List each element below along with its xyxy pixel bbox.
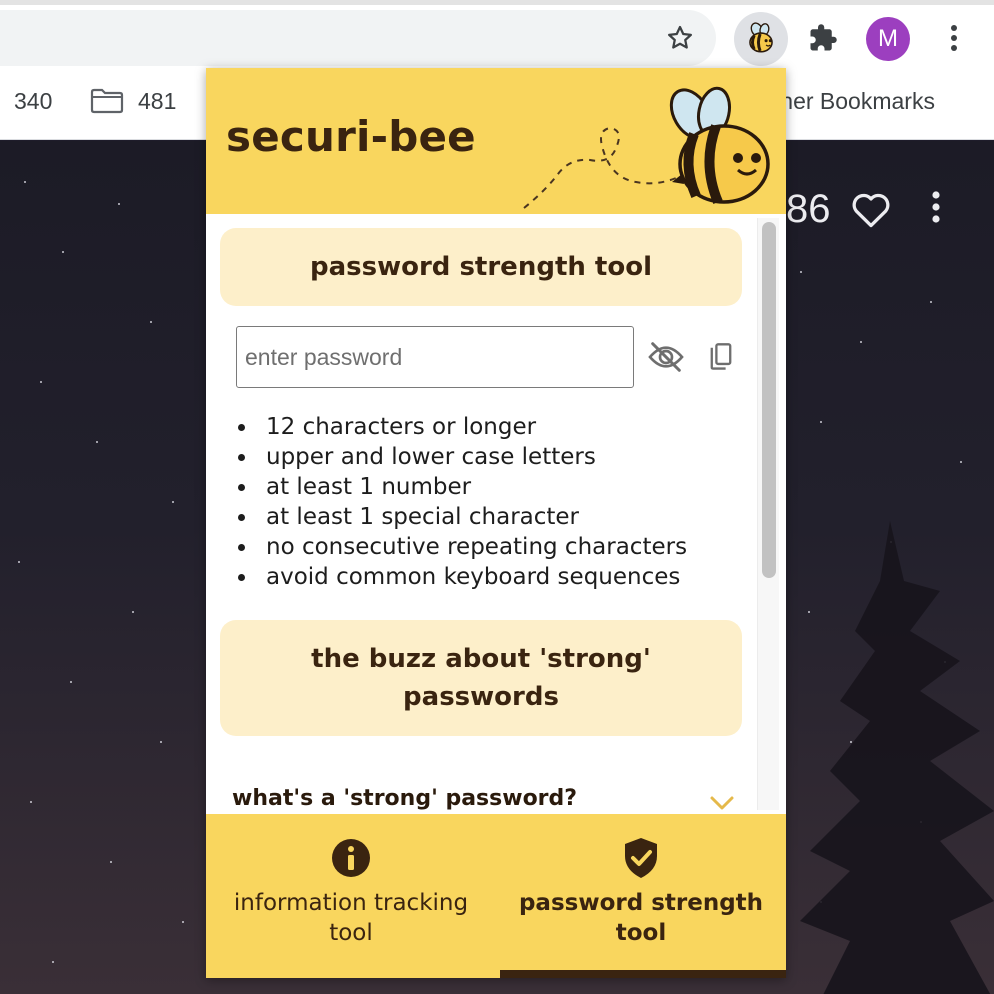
securi-bee-extension-button[interactable] — [734, 12, 788, 66]
criteria-item: upper and lower case letters — [236, 442, 746, 472]
tab-information-tracking[interactable]: information tracking tool — [206, 814, 496, 978]
section-heading: password strength tool — [309, 252, 652, 282]
browser-toolbar: M — [0, 0, 994, 68]
tree-silhouette — [800, 521, 994, 994]
popup-header: securi-bee — [206, 68, 786, 214]
bee-icon — [749, 22, 773, 53]
password-criteria-list: 12 characters or longer upper and lower … — [236, 412, 746, 592]
folder-icon — [90, 88, 124, 114]
bookmark-star-button[interactable] — [660, 18, 700, 58]
popup-content: password strength tool 12 characters or … — [206, 214, 786, 814]
copy-icon — [710, 343, 732, 370]
extensions-button[interactable] — [803, 18, 843, 58]
shield-check-icon — [625, 838, 657, 878]
buzz-heading-card: the buzz about 'strong' passwords — [220, 620, 742, 736]
criteria-item: no consecutive repeating characters — [236, 532, 746, 562]
section-heading: the buzz about 'strong' passwords — [311, 644, 651, 712]
securi-bee-popup: securi-bee password strength tool 12 cha… — [206, 68, 786, 978]
faq-question[interactable]: what's a 'strong' password? — [232, 786, 577, 811]
bookmark-folder[interactable]: 481 — [138, 88, 176, 115]
password-input[interactable] — [236, 326, 634, 388]
tab-strip-edge — [0, 0, 994, 5]
app-title: securi-bee — [226, 112, 476, 161]
toggle-visibility-button[interactable] — [646, 338, 686, 376]
active-tab-indicator — [500, 970, 786, 978]
browser-menu-button[interactable] — [934, 18, 974, 58]
tab-label: password strength tool — [518, 890, 764, 946]
criteria-item: 12 characters or longer — [236, 412, 746, 442]
kebab-icon[interactable] — [924, 189, 948, 225]
tool-heading-card: password strength tool — [220, 228, 742, 306]
heart-outline-icon[interactable] — [850, 191, 892, 229]
info-icon — [332, 839, 370, 877]
copy-password-button[interactable] — [704, 338, 738, 376]
profile-avatar[interactable]: M — [866, 17, 910, 61]
scrollbar-thumb[interactable] — [762, 222, 776, 578]
bee-mascot-icon — [523, 86, 770, 209]
criteria-item: at least 1 special character — [236, 502, 746, 532]
scrollbar[interactable] — [757, 218, 779, 810]
criteria-item: avoid common keyboard sequences — [236, 562, 746, 592]
tab-label: information tracking tool — [233, 890, 469, 946]
like-count: 86 — [786, 187, 831, 231]
address-bar[interactable] — [0, 10, 716, 66]
tab-password-strength[interactable]: password strength tool — [496, 814, 786, 978]
bookmark-item[interactable]: 340 — [14, 88, 52, 115]
eye-off-icon — [648, 342, 684, 372]
chevron-down-icon[interactable] — [708, 794, 736, 812]
puzzle-icon — [810, 24, 837, 51]
popup-footer-nav: information tracking tool password stren… — [206, 814, 786, 978]
kebab-icon — [951, 25, 957, 51]
criteria-item: at least 1 number — [236, 472, 746, 502]
star-outline-icon — [668, 25, 692, 49]
